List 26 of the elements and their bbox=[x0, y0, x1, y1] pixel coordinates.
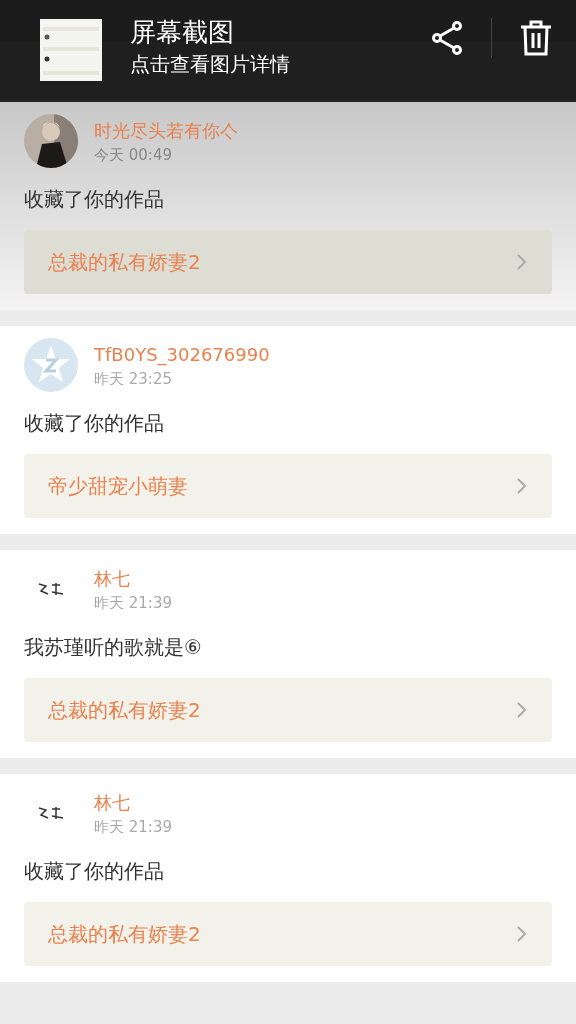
chevron-right-icon bbox=[516, 477, 528, 495]
chevron-right-icon bbox=[516, 925, 528, 943]
notification-title: 屏幕截图 bbox=[130, 16, 235, 49]
message-time: 昨天 21:39 bbox=[94, 593, 172, 613]
message-time: 昨天 21:39 bbox=[94, 817, 172, 837]
message-time: 昨天 23:25 bbox=[94, 369, 173, 389]
share-icon[interactable] bbox=[431, 21, 463, 55]
chevron-right-icon bbox=[516, 253, 528, 271]
message-text: 收藏了你的作品 bbox=[24, 410, 165, 437]
user-name[interactable]: TfB0YS_302676990 bbox=[94, 341, 270, 369]
notification-banner[interactable]: 屏幕截图 点击查看图片详情 bbox=[0, 0, 576, 100]
work-link[interactable]: 总裁的私有娇妻2 bbox=[24, 678, 552, 742]
work-link[interactable]: 总裁的私有娇妻2 bbox=[24, 902, 552, 966]
message-text: 我苏瑾听的歌就是⑥ bbox=[24, 634, 203, 661]
user-name[interactable]: 林七 bbox=[94, 789, 172, 817]
message-text: 收藏了你的作品 bbox=[24, 858, 165, 885]
message-time: 今天 00:49 bbox=[94, 145, 173, 165]
message-text: 收藏了你的作品 bbox=[24, 186, 165, 213]
delete-icon[interactable] bbox=[520, 20, 552, 56]
user-name[interactable]: 时光尽头若有你亽 bbox=[94, 117, 238, 145]
notification-subtitle: 点击查看图片详情 bbox=[130, 51, 291, 78]
chevron-right-icon bbox=[516, 701, 528, 719]
star-avatar-icon bbox=[24, 338, 78, 392]
user-name[interactable]: 林七 bbox=[94, 565, 172, 593]
work-link[interactable]: 总裁的私有娇妻2 bbox=[24, 230, 552, 294]
work-link[interactable]: 帝少甜宠小萌妻 bbox=[24, 454, 552, 518]
